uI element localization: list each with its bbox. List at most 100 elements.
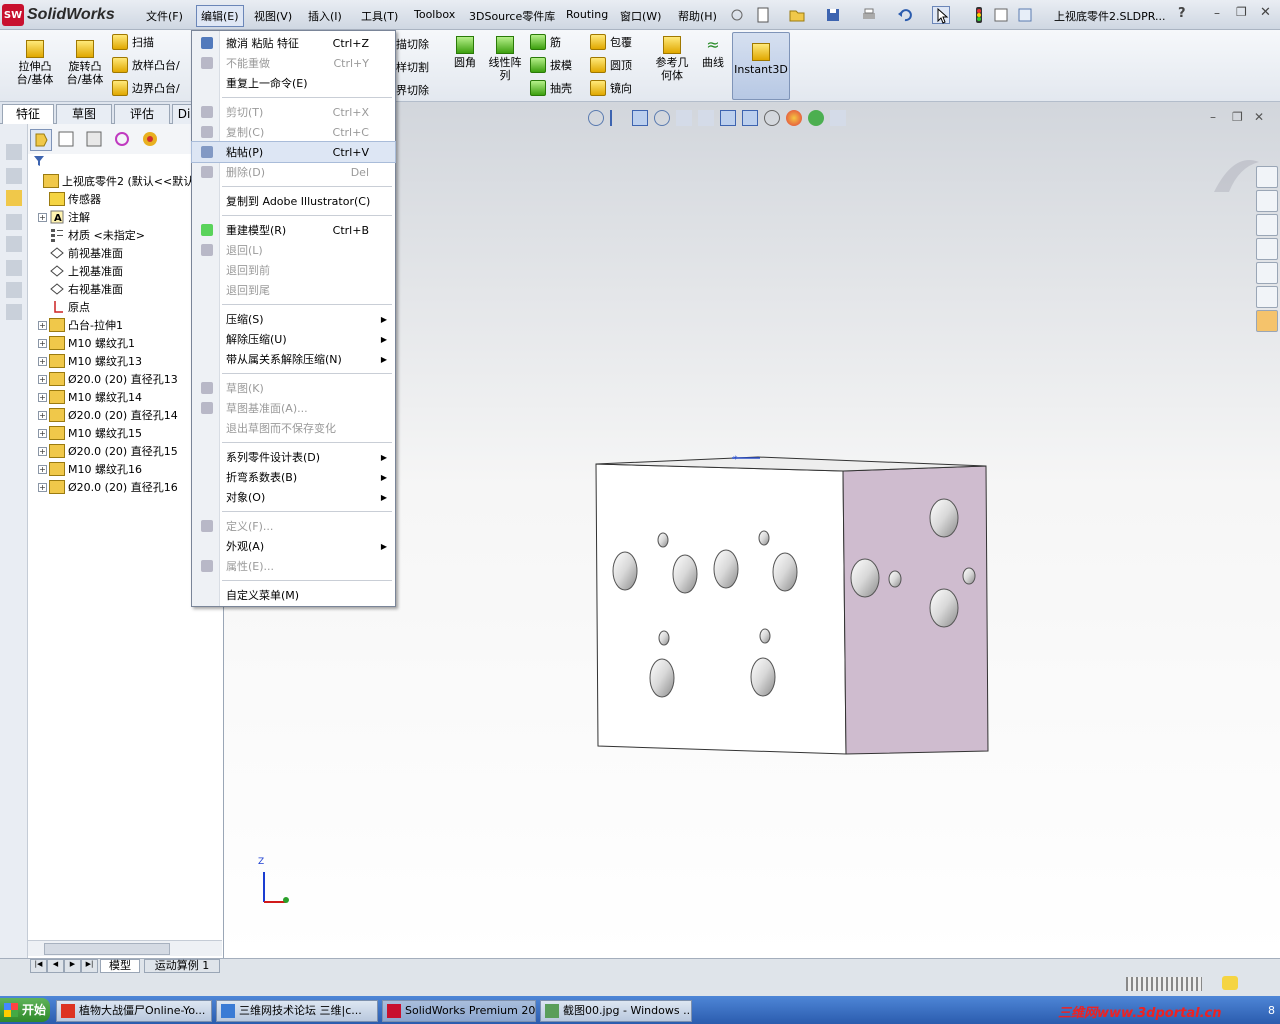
boundary-boss-button[interactable]: 边界凸台/ — [112, 80, 180, 96]
reference-geometry-button[interactable]: 参考几 何体 — [650, 36, 694, 82]
menu-5[interactable]: Toolbox — [410, 6, 459, 23]
pin-icon[interactable] — [728, 6, 746, 24]
print-icon[interactable] — [860, 6, 878, 24]
curves-button[interactable]: ≈ 曲线 — [696, 36, 730, 70]
menu-0[interactable]: 文件(F) — [142, 6, 187, 26]
tab-evaluate[interactable]: 评估 — [114, 104, 170, 124]
front-hole[interactable] — [649, 658, 675, 698]
tree-horizontal-scrollbar[interactable] — [28, 940, 222, 956]
loft-cut-button[interactable]: 样切割 — [396, 59, 429, 75]
edit-menu-item[interactable]: 复制到 Adobe Illustrator(C) — [192, 191, 395, 211]
solidworks-resources-icon[interactable] — [1256, 166, 1278, 188]
dimxpert-manager-tab-icon[interactable] — [112, 129, 134, 151]
file-properties-icon[interactable] — [992, 6, 1010, 24]
menu-8[interactable]: 窗口(W) — [616, 6, 665, 26]
edit-menu-item[interactable]: 带从属关系解除压缩(N) ▶ — [192, 349, 395, 369]
file-explorer-icon[interactable] — [1256, 214, 1278, 236]
swept-cut-button[interactable]: 描切除 — [396, 36, 429, 52]
open-folder-icon[interactable] — [788, 6, 806, 24]
shell-button[interactable]: 抽壳 — [530, 80, 572, 96]
menu-9[interactable]: 帮助(H) — [674, 6, 721, 26]
datum-icon[interactable] — [6, 282, 22, 298]
side-hole[interactable] — [962, 567, 976, 585]
edit-menu-item[interactable]: 解除压缩(U) ▶ — [192, 329, 395, 349]
view-palette-icon[interactable] — [1256, 238, 1278, 260]
expand-toggle-icon[interactable]: + — [38, 338, 47, 348]
front-hole[interactable] — [758, 530, 770, 546]
minimize-window-button[interactable]: – — [1214, 6, 1220, 20]
rebuild-traffic-light-icon[interactable] — [970, 6, 988, 24]
weld-symbol-icon[interactable] — [6, 260, 22, 276]
property-manager-tab-icon[interactable] — [56, 129, 78, 151]
rib-button[interactable]: 筋 — [530, 34, 561, 50]
fillet-button[interactable]: 圆角 — [448, 36, 482, 69]
design-library-icon[interactable] — [1256, 190, 1278, 212]
wrap-button[interactable]: 包覆 — [590, 34, 632, 50]
taskbar-item[interactable]: 植物大战僵尸Online-Yo... — [56, 1000, 212, 1022]
new-doc-icon[interactable] — [754, 6, 772, 24]
front-hole[interactable] — [772, 552, 798, 592]
configuration-manager-tab-icon[interactable] — [84, 129, 106, 151]
expand-toggle-icon[interactable]: + — [38, 392, 47, 402]
motion-study-tab[interactable]: 运动算例 1 — [144, 959, 220, 973]
instant3d-button[interactable]: Instant3D — [732, 32, 790, 100]
display-manager-tab-icon[interactable] — [140, 129, 162, 151]
loft-button[interactable]: 放样凸台/ — [112, 57, 180, 73]
close-window-button[interactable]: ✕ — [1260, 5, 1271, 20]
appearances-scenes-icon[interactable] — [1256, 262, 1278, 284]
menu-3[interactable]: 插入(I) — [304, 6, 346, 26]
menu-4[interactable]: 工具(T) — [357, 6, 402, 26]
linear-pattern-button[interactable]: 线性阵列 — [484, 36, 526, 82]
expand-toggle-icon[interactable]: + — [38, 482, 47, 492]
front-hole[interactable] — [672, 554, 698, 594]
undo-toolbar-icon[interactable] — [896, 6, 914, 24]
taskbar-item[interactable]: 截图00.jpg - Windows ... — [540, 1000, 692, 1022]
draft-button[interactable]: 拔模 — [530, 57, 572, 73]
options-icon[interactable] — [1016, 6, 1034, 24]
revolve-boss-button[interactable]: 旋转凸 台/基体 — [62, 40, 108, 86]
model-tab[interactable]: 模型 — [100, 959, 140, 973]
edit-menu-item[interactable]: 重复上一命令(E) — [192, 73, 395, 93]
expand-toggle-icon[interactable]: + — [38, 356, 47, 366]
scroll-thumb[interactable] — [44, 943, 170, 955]
smart-dimension-icon[interactable] — [6, 144, 22, 160]
tab-features[interactable]: 特征 — [2, 104, 54, 125]
taskbar-item[interactable]: SolidWorks Premium 201... — [382, 1000, 536, 1022]
tab-sketch[interactable]: 草图 — [56, 104, 112, 124]
select-arrow-icon[interactable] — [932, 6, 950, 24]
side-hole[interactable] — [850, 558, 880, 598]
expand-toggle-icon[interactable]: + — [38, 410, 47, 420]
menu-1[interactable]: 编辑(E) — [196, 5, 244, 27]
side-hole[interactable] — [888, 570, 902, 588]
feature-manager-tab-icon[interactable] — [30, 129, 52, 151]
side-hole[interactable] — [929, 498, 959, 538]
edit-menu-item[interactable]: 自定义菜单(M) — [192, 585, 395, 605]
side-hole[interactable] — [929, 588, 959, 628]
expand-toggle-icon[interactable]: + — [38, 212, 47, 222]
front-hole[interactable] — [658, 630, 670, 646]
edit-menu-item[interactable]: 撤消 粘贴 特征 Ctrl+Z — [192, 33, 395, 53]
expand-toggle-icon[interactable]: + — [38, 428, 47, 438]
menu-7[interactable]: Routing — [562, 6, 612, 23]
tag-icon[interactable] — [1222, 976, 1238, 990]
front-hole[interactable] — [713, 549, 739, 589]
taskbar-item[interactable]: 三维网技术论坛 三维|c... — [216, 1000, 378, 1022]
front-hole[interactable] — [612, 551, 638, 591]
save-icon[interactable] — [824, 6, 842, 24]
edit-menu-item[interactable]: 压缩(S) ▶ — [192, 309, 395, 329]
expand-toggle-icon[interactable]: + — [38, 374, 47, 384]
edit-menu-item[interactable]: 折弯系数表(B) ▶ — [192, 467, 395, 487]
tab-scroll-buttons[interactable]: |◀ ◀ ▶ ▶| — [30, 959, 98, 973]
front-hole[interactable] — [657, 532, 669, 548]
geometric-tolerance-icon[interactable] — [6, 304, 22, 320]
expand-toggle-icon[interactable]: + — [38, 464, 47, 474]
front-hole[interactable] — [750, 657, 776, 697]
start-button[interactable]: 开始 — [0, 998, 50, 1022]
custom-properties-icon[interactable] — [1256, 286, 1278, 308]
expand-toggle-icon[interactable]: + — [38, 320, 47, 330]
balloon-icon[interactable] — [6, 214, 22, 230]
surface-finish-icon[interactable] — [6, 236, 22, 252]
dome-button[interactable]: 圆顶 — [590, 57, 632, 73]
menu-6[interactable]: 3DSource零件库 — [465, 6, 559, 26]
menu-2[interactable]: 视图(V) — [250, 6, 296, 26]
